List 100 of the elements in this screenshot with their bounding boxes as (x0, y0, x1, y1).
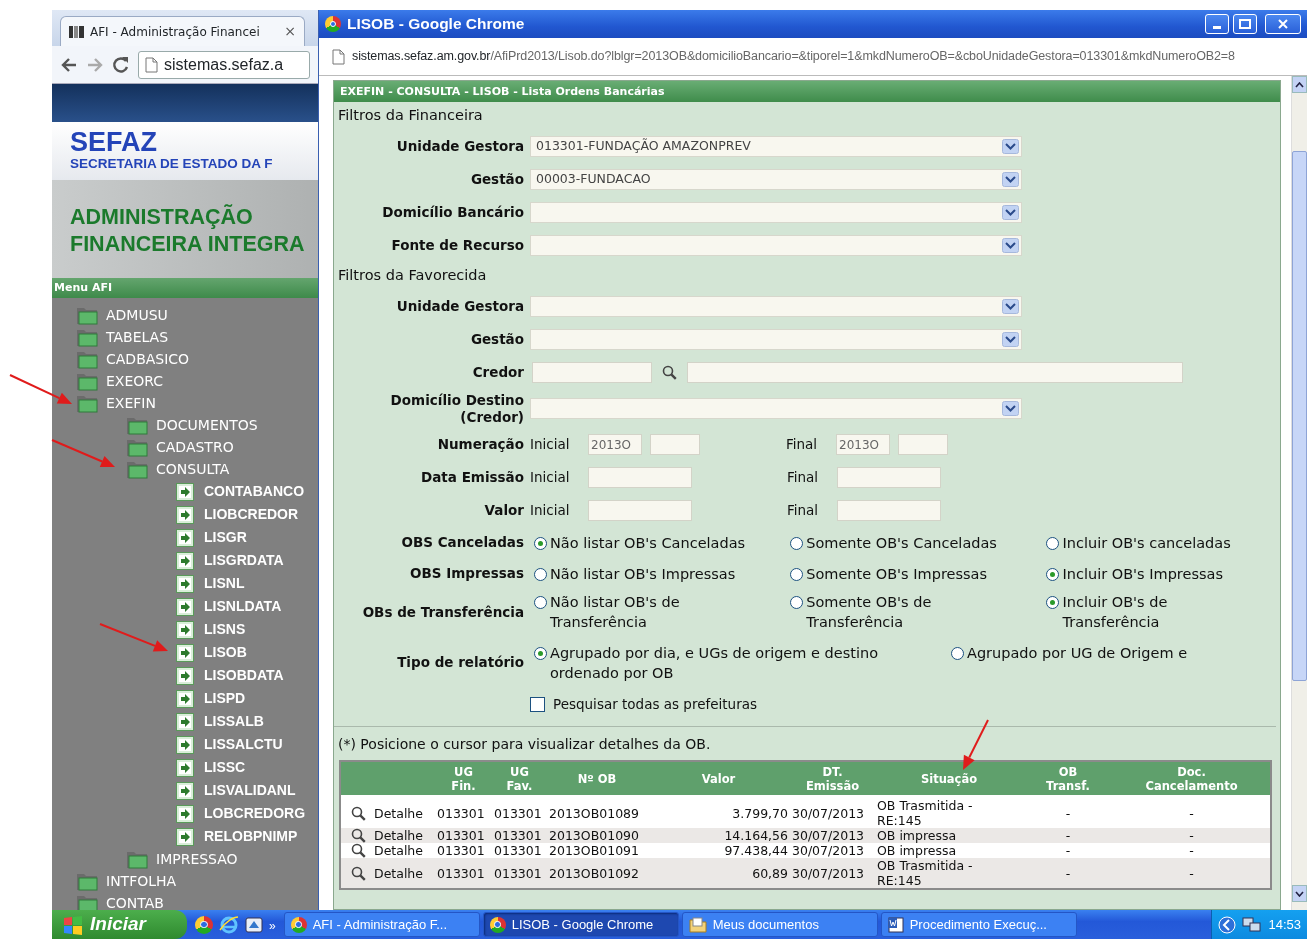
column-header: OB Transf. (1046, 764, 1090, 793)
menu-item[interactable]: LIOBCREDOR (176, 503, 299, 526)
more-button[interactable]: » (269, 916, 276, 935)
table-cell: 013301 (437, 828, 485, 843)
field-label: Gestão (469, 171, 525, 188)
dropdown-field[interactable]: 00003-FUNDACAO (530, 169, 1022, 190)
table-cell: - (1065, 843, 1071, 858)
start-button[interactable]: Iniciar (52, 910, 187, 939)
field-label: Credor (471, 364, 525, 381)
radio-label: Incluir OB's de Transferência (1062, 593, 1169, 632)
field-label: Valor (483, 502, 525, 519)
taskbar-button[interactable]: LISOB - Google Chrome (482, 912, 679, 937)
table-cell: 013301 (437, 865, 485, 881)
menu-item[interactable]: LISNLDATA (176, 595, 282, 618)
menu-item[interactable]: LISSALB (176, 710, 264, 733)
window-title: LISOB - Google Chrome (347, 14, 526, 35)
menu-item[interactable]: LISGR (176, 526, 247, 549)
menu-item[interactable]: RELOBPNIMP (176, 825, 298, 848)
column-header: Situação (920, 771, 978, 786)
radio-label: Agrupado por UG de Origem e (967, 643, 1188, 663)
address-bar[interactable]: sistemas.sefaz.a (138, 50, 310, 79)
site-subtitle: SECRETARIA DE ESTADO DA F (70, 156, 274, 172)
table-cell: OB impressa (877, 828, 957, 843)
menu-item[interactable]: LISOBDATA (176, 664, 284, 687)
hint-text: (*) Posicione o cursor para visualizar detalhes da OB. (338, 735, 711, 754)
table-cell: OB impressa (877, 843, 957, 858)
radio-label: Incluir OB's canceladas (1062, 533, 1231, 553)
menu-item[interactable]: LISSC (176, 756, 246, 779)
tab-close-button[interactable]: × (284, 21, 296, 42)
column-header: DT. Emissão (805, 764, 860, 793)
field-label: Numeração (436, 436, 525, 453)
table-cell: 30/07/2013 (792, 828, 865, 843)
table-cell: 013301 (494, 828, 542, 843)
field-label: OBS Canceladas (400, 534, 525, 551)
column-header: UG Fav. (506, 764, 533, 793)
menu-item[interactable]: DOCUMENTOS (126, 414, 258, 436)
radio-label: Não listar OB's de Transferência (550, 593, 681, 632)
table-cell: 30/07/2013 (792, 843, 865, 858)
radio-label: Somente OB's Canceladas (806, 533, 997, 553)
field-label: Fonte de Recurso (390, 237, 525, 254)
site-brand: SEFAZ (70, 128, 158, 156)
address-text: sistemas.sefaz.am.gov.br/AfiPrd2013/Lisob.do?lblgr=2013OB&domicilioBancario=&tiporel=1&mkdNumeroOB=&cboUnidadeGestora=013301&mkdNumeroOB2=8 (352, 48, 1235, 66)
menu-item[interactable]: LISOB (176, 641, 247, 664)
menu-item[interactable]: ADMUSU (76, 304, 168, 326)
menu-item[interactable]: LISSALCTU (176, 733, 283, 756)
table-cell: OB Trasmitida - RE:145 (877, 858, 973, 888)
table-cell: 30/07/2013 (792, 805, 865, 821)
column-header: Valor (701, 771, 736, 786)
menu-item[interactable]: LISNL (176, 572, 245, 595)
radio-label: Somente OB's Impressas (806, 564, 987, 584)
table-cell: - (1065, 805, 1071, 821)
taskbar-button[interactable]: Meus documentos (681, 912, 878, 937)
menu-item[interactable]: LISNS (176, 618, 246, 641)
range-label: Inicial (530, 501, 571, 521)
menu-item[interactable]: EXEFIN (76, 392, 156, 414)
menu-item[interactable]: CONTABANCO (176, 480, 305, 503)
menu-item[interactable]: CONSULTA (126, 458, 230, 480)
range-label: Final (787, 468, 820, 488)
menu-item[interactable]: LOBCREDORG (176, 802, 306, 825)
menu-item[interactable]: CADBASICO (76, 348, 190, 370)
table-cell: 013301 (437, 843, 485, 858)
field-label: Unidade Gestora (395, 298, 525, 315)
section-title: Filtros da Favorecida (337, 266, 488, 286)
input-field[interactable]: 2013O (588, 434, 642, 455)
clock: 14:53 (1268, 915, 1301, 934)
menu-item[interactable]: LISGRDATA (176, 549, 284, 572)
browser-tab[interactable]: AFI - Administração Financei × (60, 16, 305, 46)
table-cell: 013301 (437, 805, 485, 821)
taskbar-button[interactable]: Procedimento Execuç... (880, 912, 1077, 937)
menu-item[interactable]: CADASTRO (126, 436, 234, 458)
table-cell: 2013OB01089 (549, 805, 639, 821)
taskbar-button[interactable]: AFI - Administração F... (283, 912, 480, 937)
range-label: Final (787, 501, 820, 521)
radio-label: Agrupado por dia, e UGs de origem e destino ordenado por OB (550, 643, 879, 683)
menu-item[interactable]: IMPRESSAO (126, 848, 238, 870)
table-cell: 2013OB01092 (549, 865, 639, 881)
field-label: Data Emissão (420, 469, 525, 486)
table-cell: 14.164,56 (724, 828, 788, 843)
detail-link[interactable]: Detalhe (374, 843, 423, 858)
radio-label: Somente OB's de Transferência (806, 593, 933, 632)
menu-item[interactable]: LISVALIDANL (176, 779, 296, 802)
field-label: Gestão (469, 331, 525, 348)
menu-item[interactable]: LISPD (176, 687, 246, 710)
table-cell: 3.799,70 (732, 805, 788, 821)
panel-title: EXEFIN - CONSULTA - LISOB - Lista Ordens Bancárias (334, 81, 1280, 102)
column-header: Nº OB (577, 771, 617, 786)
detail-link[interactable]: Detalhe (374, 805, 423, 821)
table-cell: - (1189, 828, 1194, 843)
address-text: sistemas.sefaz.a (164, 54, 284, 75)
dropdown-field[interactable]: 013301-FUNDAÇÃO AMAZONPREV (530, 136, 1022, 157)
table-cell: - (1189, 843, 1194, 858)
field-label: Domicílio Bancário (381, 204, 525, 221)
table-cell: 97.438,44 (724, 843, 788, 858)
table-cell: 013301 (494, 843, 542, 858)
menu-item[interactable]: EXEORC (76, 370, 164, 392)
menu-item[interactable]: INTFOLHA (76, 870, 177, 892)
input-field[interactable]: 2013O (836, 434, 890, 455)
menu-item[interactable]: TABELAS (76, 326, 169, 348)
table-cell: 60,89 (752, 865, 788, 881)
column-header: UG Fin. (451, 764, 476, 793)
